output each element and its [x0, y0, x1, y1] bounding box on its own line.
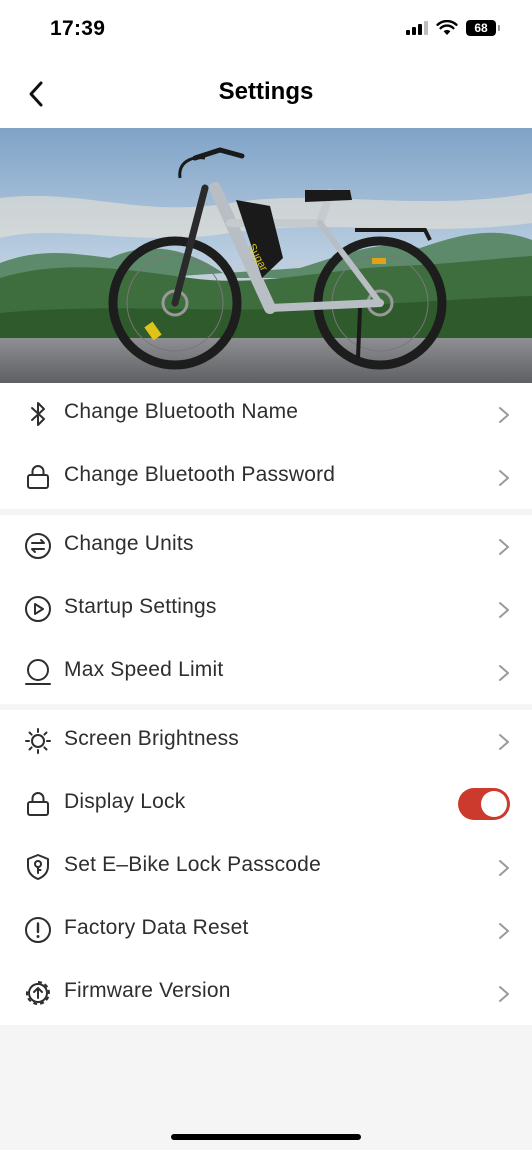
chevron-right-icon: [499, 923, 509, 939]
row-label: Factory Data Reset: [64, 916, 249, 939]
row-label: Display Lock: [64, 790, 186, 813]
change-bluetooth-password-row[interactable]: Change Bluetooth Password: [0, 446, 532, 509]
toggle-knob: [481, 791, 507, 817]
display-lock-toggle[interactable]: [458, 788, 510, 820]
row-label: Set E–Bike Lock Passcode: [64, 853, 321, 876]
change-bluetooth-name-row[interactable]: Change Bluetooth Name: [0, 383, 532, 446]
chevron-right-icon: [499, 602, 509, 618]
chevron-right-icon: [499, 470, 509, 486]
brightness-icon: [24, 727, 52, 755]
wifi-icon: [436, 20, 458, 35]
row-label: Startup Settings: [64, 595, 217, 618]
chevron-right-icon: [499, 665, 509, 681]
page-title: Settings: [218, 78, 314, 105]
key-shield-icon: [24, 853, 52, 881]
home-indicator[interactable]: [171, 1134, 361, 1140]
battery-indicator: 68: [466, 20, 500, 36]
speed-limit-icon: [24, 658, 52, 686]
status-time: 17:39: [50, 17, 106, 40]
play-circle-icon: [24, 595, 52, 623]
chevron-right-icon: [499, 734, 509, 750]
startup-settings-row[interactable]: Startup Settings: [0, 578, 532, 641]
bluetooth-icon: [24, 400, 52, 428]
alert-circle-icon: [24, 916, 52, 944]
screen-brightness-row[interactable]: Screen Brightness: [0, 710, 532, 773]
display-lock-row: Display Lock: [0, 773, 532, 836]
row-label: Change Units: [64, 532, 194, 555]
row-label: Screen Brightness: [64, 727, 239, 750]
system-settings-group: Screen Brightness Display Lock Set E–Bik…: [0, 710, 532, 1025]
change-units-row[interactable]: Change Units: [0, 515, 532, 578]
factory-data-reset-row[interactable]: Factory Data Reset: [0, 899, 532, 962]
display-units-group: Change Units Startup Settings Max Speed …: [0, 515, 532, 704]
row-label: Change Bluetooth Name: [64, 400, 299, 423]
row-label: Change Bluetooth Password: [64, 463, 336, 486]
chevron-right-icon: [499, 539, 509, 555]
row-label: Firmware Version: [64, 979, 231, 1002]
row-label: Max Speed Limit: [64, 658, 224, 681]
status-icons: 68: [406, 20, 500, 36]
chevron-right-icon: [499, 986, 509, 1002]
max-speed-limit-row[interactable]: Max Speed Limit: [0, 641, 532, 704]
firmware-upgrade-icon: [24, 979, 52, 1007]
set-lock-passcode-row[interactable]: Set E–Bike Lock Passcode: [0, 836, 532, 899]
hero-bike-image: Sugar: [0, 128, 532, 383]
cellular-signal-icon: [406, 21, 428, 35]
lock-icon: [24, 790, 52, 818]
chevron-right-icon: [499, 860, 509, 876]
chevron-right-icon: [499, 407, 509, 423]
firmware-version-row[interactable]: Firmware Version: [0, 962, 532, 1025]
lock-icon: [24, 463, 52, 491]
nav-bar: Settings: [0, 62, 532, 128]
units-swap-icon: [24, 532, 52, 560]
bluetooth-settings-group: Change Bluetooth Name Change Bluetooth P…: [0, 383, 532, 509]
status-bar: 17:39 68: [0, 0, 532, 62]
